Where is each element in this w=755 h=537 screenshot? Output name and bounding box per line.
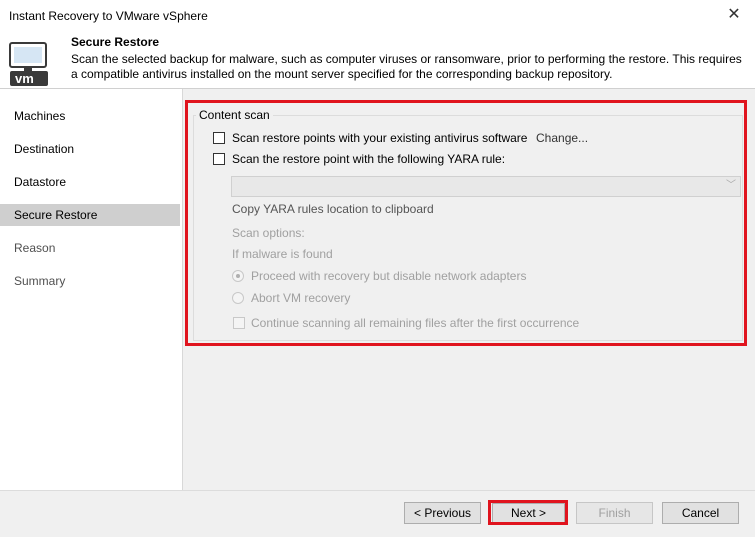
page-title: Secure Restore [71, 35, 160, 49]
close-button[interactable]: ✕ [722, 4, 746, 26]
sidebar-item-secure-restore[interactable]: Secure Restore [0, 204, 180, 226]
content-scan-highlight [185, 100, 747, 346]
sidebar-item-summary[interactable]: Summary [0, 270, 180, 292]
next-button-highlight [488, 500, 568, 525]
sidebar-item-datastore[interactable]: Datastore [0, 171, 180, 193]
sidebar-item-destination[interactable]: Destination [0, 138, 180, 160]
page-description: Scan the selected backup for malware, su… [71, 52, 742, 81]
window-title: Instant Recovery to VMware vSphere [9, 9, 208, 23]
previous-button[interactable]: < Previous [404, 502, 481, 524]
wizard-steps-sidebar: Machines Destination Datastore Secure Re… [0, 89, 183, 490]
vm-icon-label: vm [15, 71, 34, 86]
finish-button[interactable]: Finish [576, 502, 653, 524]
vm-icon: vm [9, 42, 48, 86]
sidebar-item-machines[interactable]: Machines [0, 105, 180, 127]
cancel-button[interactable]: Cancel [662, 502, 739, 524]
close-icon: ✕ [727, 6, 741, 23]
sidebar-item-reason[interactable]: Reason [0, 237, 180, 259]
